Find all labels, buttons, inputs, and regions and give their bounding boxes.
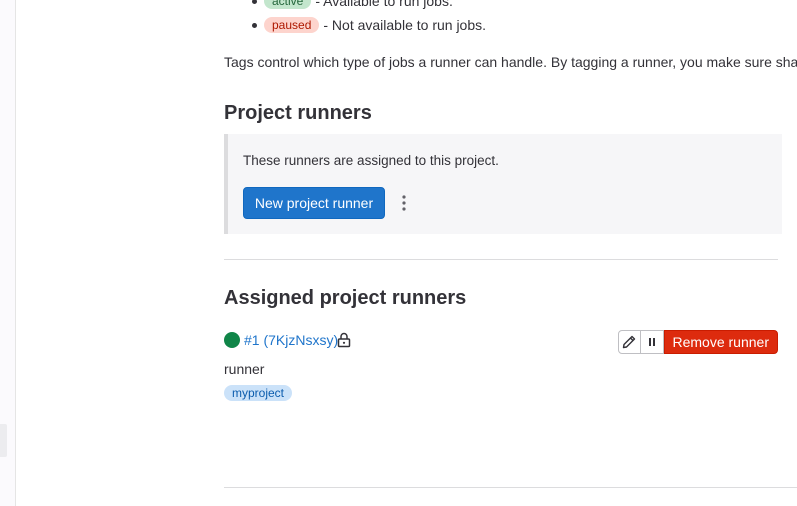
project-runners-title: Project runners [224, 102, 372, 124]
status-legend-list: active - Available to run jobs. paused - N… [224, 0, 486, 36]
lock-icon [337, 332, 351, 348]
kebab-menu-icon [402, 195, 406, 211]
main-content: active - Available to run jobs. paused - N… [224, 0, 797, 506]
left-sidebar [0, 0, 16, 506]
remove-runner-button[interactable]: Remove runner [663, 330, 778, 354]
new-project-runner-button[interactable]: New project runner [243, 187, 385, 219]
pencil-icon [622, 335, 636, 349]
paused-badge: paused [264, 17, 320, 33]
pause-icon [648, 338, 655, 346]
tags-help-text: Tags control which type of jobs a runner… [224, 54, 797, 70]
runner-description: runner [224, 361, 265, 377]
runner-actions: Remove runner [617, 330, 778, 354]
active-badge: active [264, 0, 312, 9]
project-runners-info-box: These runners are assigned to this proje… [224, 134, 782, 234]
paused-description: - Not available to run jobs. [323, 17, 487, 33]
runner-tag-badge: myproject [224, 385, 293, 401]
section-divider [224, 259, 778, 260]
runner-status-online-icon [224, 332, 240, 348]
assigned-runners-title: Assigned project runners [224, 287, 467, 309]
edit-runner-button[interactable] [617, 330, 641, 354]
bottom-divider [224, 487, 797, 488]
more-actions-button[interactable] [391, 190, 417, 216]
pause-runner-button[interactable] [640, 330, 664, 354]
status-legend-active: active - Available to run jobs. [224, 0, 486, 12]
sidebar-collapse-handle[interactable] [0, 424, 7, 457]
runner-row: #1 (7KjzNsxsy) Remove runner [224, 328, 778, 354]
runner-link[interactable]: #1 (7KjzNsxsy) [244, 331, 338, 349]
project-runners-info-text: These runners are assigned to this proje… [243, 153, 499, 168]
active-description: - Available to run jobs. [315, 0, 453, 9]
status-legend-paused: paused - Not available to run jobs. [224, 14, 486, 36]
